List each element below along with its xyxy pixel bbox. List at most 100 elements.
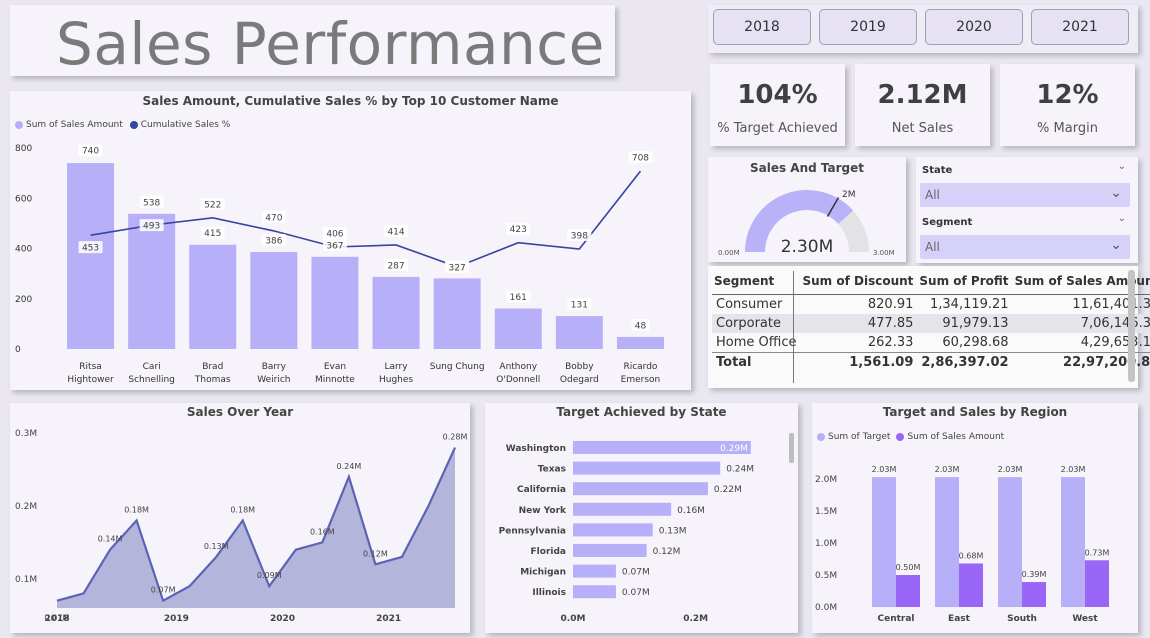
x-tick-label: Ritsa — [79, 362, 102, 372]
bar-data-label: 0.68M — [959, 551, 984, 560]
kpi-net-sales: 2.12M Net Sales — [855, 64, 990, 146]
y-tick-label: Washington — [506, 444, 566, 454]
table-cell: 262.33 — [867, 335, 914, 350]
bar-sales-amount — [616, 336, 664, 349]
column-divider — [793, 271, 794, 383]
table-cell: 477.85 — [800, 314, 918, 333]
table-row: Home Office 262.33 60,298.68 4,29,653.15 — [712, 333, 1150, 353]
state-slicer-label: State — [922, 165, 953, 176]
x-tick-label: Minnotte — [315, 375, 355, 385]
x-tick-label: East — [948, 614, 971, 624]
x-tick-label: Ricardo — [623, 362, 657, 372]
x-tick-label: Hightower — [67, 375, 114, 385]
state-chart-card: Target Achieved by State Washington 0.29M… — [485, 403, 798, 633]
bar-sales — [1022, 582, 1046, 607]
customer-chart-card: Sales Amount, Cumulative Sales % by Top … — [10, 91, 691, 390]
x-tick-label: Hughes — [379, 375, 413, 385]
bar-state — [573, 564, 616, 578]
bar-data-label: 0.13M — [659, 526, 687, 536]
table-scrollbar[interactable] — [1128, 270, 1135, 382]
segment-dropdown-value: All — [925, 240, 940, 254]
bar-state — [573, 461, 721, 475]
table-cell: 820.91 — [867, 297, 914, 312]
line-data-label: 522 — [204, 200, 221, 210]
state-dropdown[interactable]: All ⌄ — [920, 183, 1130, 207]
y-tick-label: 0.3M — [15, 429, 37, 439]
year-button-2020[interactable]: 2020 — [925, 9, 1023, 45]
bar-target — [935, 477, 959, 607]
segment-table-card: Segment Sum of Discount Sum of Profit Su… — [708, 266, 1150, 388]
chevron-down-icon: ⌄ — [1110, 185, 1122, 201]
y-tick-label: Pennsylvania — [499, 526, 566, 536]
point-data-label: 0.09M — [257, 571, 282, 580]
chevron-down-icon[interactable]: ⌄ — [1118, 213, 1126, 224]
chart-scrollbar[interactable] — [789, 433, 794, 463]
sales-over-year-chart: 0.1M0.2M0.3M0.07M0.14M0.18M0.07M0.13M0.1… — [15, 429, 468, 624]
y-tick-label: 0.1M — [15, 575, 37, 585]
bar-target — [1061, 477, 1085, 607]
bar-sales-amount — [189, 244, 237, 349]
chevron-down-icon[interactable]: ⌄ — [1118, 161, 1126, 172]
gauge-card: Sales And Target 2M 2.30M 0.00M 3.00M — [708, 157, 906, 262]
segment-dropdown[interactable]: All ⌄ — [920, 235, 1130, 259]
x-tick-label: Anthony — [499, 362, 537, 372]
x-tick-label: O'Donnell — [496, 375, 540, 385]
table-header-row: Segment Sum of Discount Sum of Profit Su… — [712, 271, 1150, 295]
y-tick-label: 0.2M — [15, 502, 37, 512]
bar-data-label: 0.22M — [714, 485, 742, 495]
page-title: Sales Performance — [56, 10, 605, 76]
y-tick-label: 0.5M — [815, 571, 837, 581]
bar-sales-amount — [311, 256, 359, 349]
point-data-label: 0.28M — [443, 433, 468, 442]
point-data-label: 0.14M — [98, 535, 123, 544]
table-header[interactable]: Segment — [712, 271, 801, 295]
y-tick-label: Florida — [531, 547, 566, 557]
customer-combo-chart: 0200400600800740538415386367287281161131… — [15, 144, 664, 385]
bar-state — [573, 544, 647, 557]
year-button-2021[interactable]: 2021 — [1031, 9, 1129, 45]
y-tick-label: Michigan — [520, 568, 566, 578]
y-tick-label: 0 — [15, 345, 21, 355]
chevron-down-icon: ⌄ — [1110, 237, 1122, 253]
bar-data-label: 0.16M — [677, 506, 705, 516]
table-header[interactable]: Sum of Discount — [800, 271, 918, 295]
bar-target — [872, 477, 896, 607]
year-button-2018[interactable]: 2018 — [713, 9, 811, 45]
point-data-label: 0.18M — [124, 506, 149, 515]
x-tick-label: 2021 — [376, 614, 401, 624]
point-data-label: 0.12M — [363, 549, 388, 558]
kpi-target-achieved: 104% % Target Achieved — [710, 64, 845, 146]
y-tick-label: Texas — [538, 465, 566, 475]
table-cell: 1,34,119.21 — [930, 297, 1009, 312]
x-tick-label: Sung Chung — [430, 362, 485, 372]
line-data-label: 470 — [265, 213, 282, 223]
table-header[interactable]: Sum of Profit — [917, 271, 1013, 295]
line-data-label: 493 — [143, 222, 160, 232]
y-tick-label: 1.0M — [815, 539, 837, 549]
slicers-card: State ⌄ All ⌄ Segment ⌄ All ⌄ — [916, 157, 1138, 263]
state-dropdown-value: All — [925, 188, 940, 202]
table-cell: Corporate — [712, 314, 801, 333]
line-data-label: 406 — [326, 229, 343, 239]
gauge-min-label: 0.00M — [718, 249, 740, 257]
region-bar-chart: 0.0M 0.5M 1.0M 1.5M 2.0M 2.03M 0.50M Central 2.0… — [815, 465, 1109, 624]
y-tick-label: 0.0M — [815, 603, 837, 613]
table-total-row: Total 1,561.09 2,86,397.02 22,97,200.86 — [712, 352, 1150, 372]
bar-data-label: 0.50M — [896, 563, 921, 572]
y-tick-label: 400 — [15, 245, 32, 255]
year-button-2019[interactable]: 2019 — [819, 9, 917, 45]
x-tick-label: Bobby — [565, 362, 594, 372]
bar-state — [573, 523, 653, 537]
region-chart-card: Target and Sales by Region Sum of Target… — [812, 403, 1138, 633]
bar-data-label: 367 — [326, 241, 343, 251]
bar-target — [998, 477, 1022, 607]
bar-sales — [959, 563, 983, 607]
bar-data-label: 2.03M — [935, 465, 960, 474]
kpi-value: 2.12M — [877, 80, 968, 110]
y-tick-label: 600 — [15, 194, 32, 204]
x-tick-label: South — [1007, 614, 1037, 624]
table-row: Corporate 477.85 91,979.13 7,06,146.37 — [712, 314, 1150, 333]
y-tick-label: 1.5M — [815, 507, 837, 517]
bar-data-label: 0.39M — [1022, 570, 1047, 579]
year-slicer: 2018 2019 2020 2021 — [708, 5, 1138, 53]
